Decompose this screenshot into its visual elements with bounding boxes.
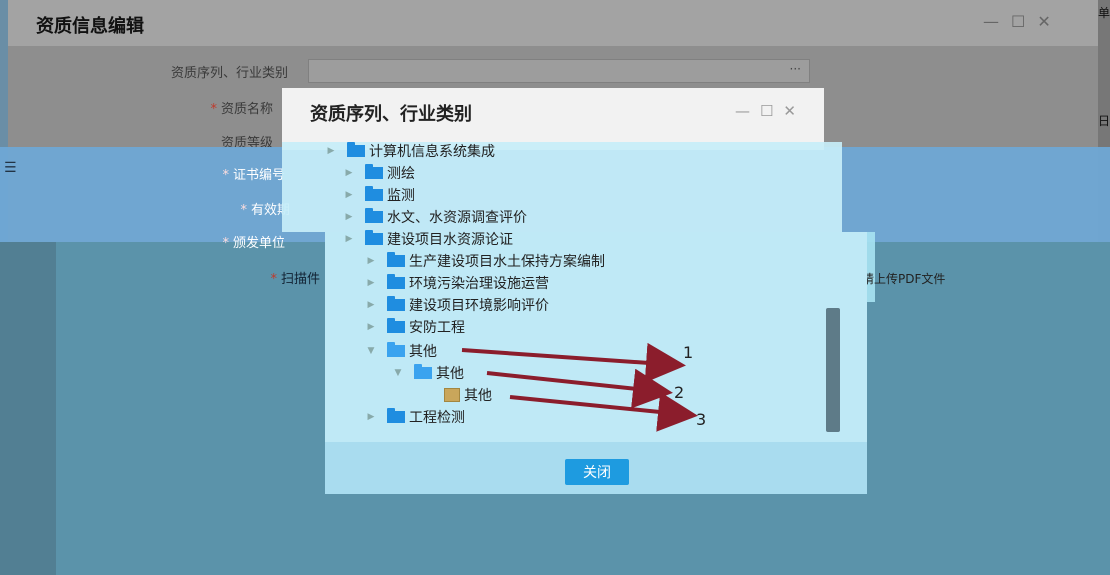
annotation-label: 2 [674, 383, 685, 402]
arrow-3 [509, 391, 698, 432]
annotation-label: 1 [683, 343, 694, 362]
annotation-arrows [461, 342, 698, 432]
arrow-2 [486, 368, 673, 409]
annotation-label: 3 [696, 410, 707, 429]
arrow-1 [461, 342, 686, 383]
